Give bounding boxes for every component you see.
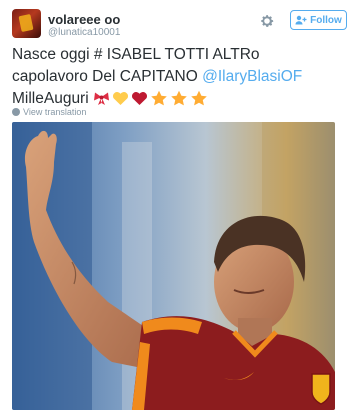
star-emoji bbox=[191, 90, 207, 106]
avatar[interactable] bbox=[12, 9, 41, 38]
red-heart-emoji bbox=[131, 91, 147, 105]
yellow-heart-emoji bbox=[112, 91, 128, 105]
tweet-line-2: capolavoro Del CAPITANO @IlaryBlasiOF bbox=[12, 66, 340, 88]
tweet-line-2-text: capolavoro Del CAPITANO bbox=[12, 68, 203, 85]
tweet-header: volareee oo @lunatica10001 Follow bbox=[12, 9, 347, 39]
player-photo-illustration bbox=[12, 122, 335, 410]
mention-link[interactable]: @IlaryBlasiOF bbox=[202, 68, 302, 85]
tweet-photo[interactable] bbox=[12, 122, 335, 410]
view-translation-label: View translation bbox=[23, 107, 87, 117]
hashtag-text: MilleAuguri bbox=[12, 90, 89, 107]
follow-button[interactable]: Follow bbox=[290, 10, 347, 30]
tweet-line-1: Nasce oggi # ISABEL TOTTI ALTRo bbox=[12, 46, 260, 63]
user-display-name[interactable]: volareee oo bbox=[48, 12, 120, 27]
gear-icon[interactable] bbox=[259, 13, 275, 29]
follow-person-icon bbox=[295, 15, 307, 25]
ribbon-emoji bbox=[93, 92, 109, 105]
view-translation-link[interactable]: View translation bbox=[12, 107, 86, 117]
follow-label: Follow bbox=[310, 14, 342, 26]
star-emoji bbox=[151, 90, 167, 106]
user-handle[interactable]: @lunatica10001 bbox=[48, 27, 120, 38]
globe-icon bbox=[12, 108, 20, 116]
star-emoji bbox=[171, 90, 187, 106]
tweet-text: Nasce oggi # ISABEL TOTTI ALTRo capolavo… bbox=[12, 44, 340, 110]
